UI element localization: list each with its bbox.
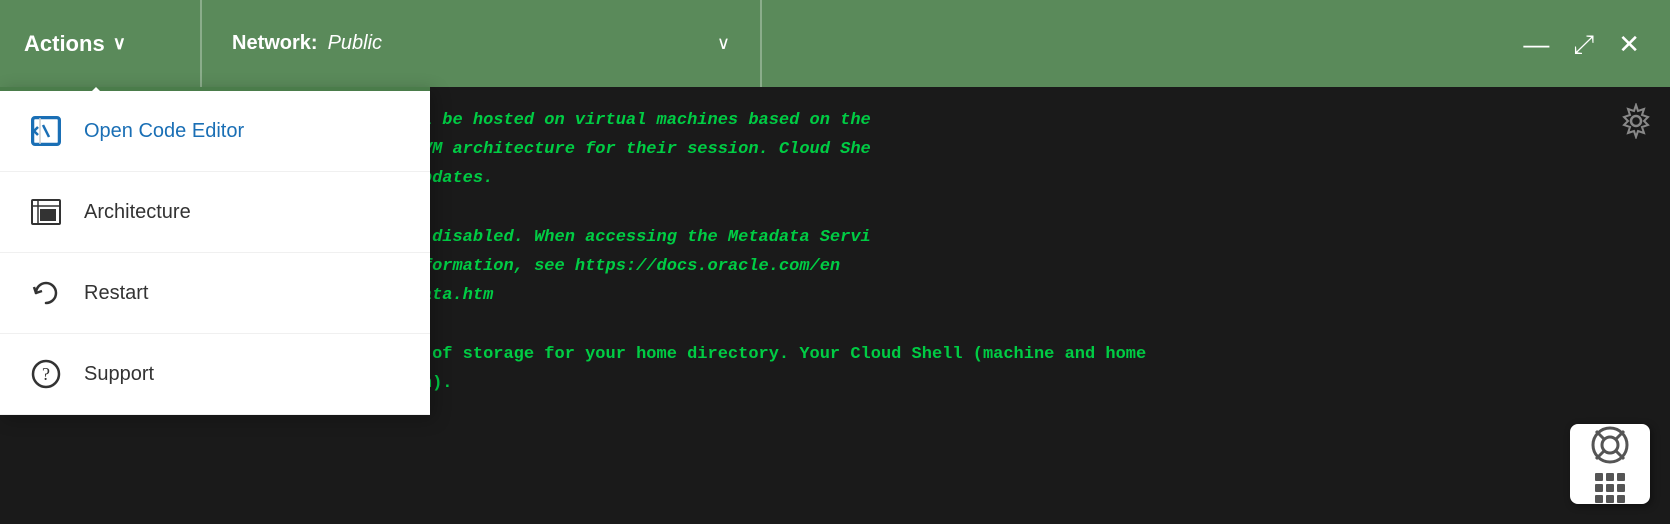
settings-button[interactable] bbox=[1602, 87, 1670, 161]
menu-item-open-code-editor[interactable]: Open Code Editor bbox=[0, 91, 430, 172]
close-button[interactable]: ✕ bbox=[1618, 31, 1640, 57]
code-editor-icon bbox=[28, 113, 64, 149]
actions-label: Actions bbox=[24, 31, 105, 57]
actions-chevron-icon: ∨ bbox=[113, 33, 126, 54]
help-button[interactable] bbox=[1570, 424, 1650, 504]
window-controls: — ⤢ ✕ bbox=[1493, 31, 1670, 57]
dropdown-caret bbox=[80, 87, 112, 103]
support-icon: ? bbox=[28, 356, 64, 392]
grid-icon bbox=[1595, 473, 1625, 503]
menu-item-code-editor-label: Open Code Editor bbox=[84, 120, 244, 143]
network-value: Public bbox=[328, 32, 382, 55]
menu-item-support-label: Support bbox=[84, 363, 154, 386]
network-section: Network: Public ∨ bbox=[202, 0, 762, 87]
main-content: Open Code Editor Architecture bbox=[0, 87, 1670, 524]
svg-text:?: ? bbox=[42, 364, 50, 384]
actions-dropdown-menu: Open Code Editor Architecture bbox=[0, 87, 430, 415]
network-label: Network: bbox=[232, 32, 318, 55]
menu-item-architecture-label: Architecture bbox=[84, 201, 191, 224]
menu-item-restart-label: Restart bbox=[84, 282, 148, 305]
maximize-button[interactable]: ⤢ bbox=[1573, 31, 1594, 57]
menu-item-architecture[interactable]: Architecture bbox=[0, 172, 430, 253]
architecture-icon bbox=[28, 194, 64, 230]
minimize-button[interactable]: — bbox=[1523, 31, 1549, 57]
top-bar: Actions ∨ Network: Public ∨ — ⤢ ✕ bbox=[0, 0, 1670, 87]
network-chevron-icon[interactable]: ∨ bbox=[717, 33, 730, 54]
menu-item-restart[interactable]: Restart bbox=[0, 253, 430, 334]
menu-item-support[interactable]: ? Support bbox=[0, 334, 430, 415]
actions-button[interactable]: Actions ∨ bbox=[0, 0, 202, 87]
restart-icon bbox=[28, 275, 64, 311]
